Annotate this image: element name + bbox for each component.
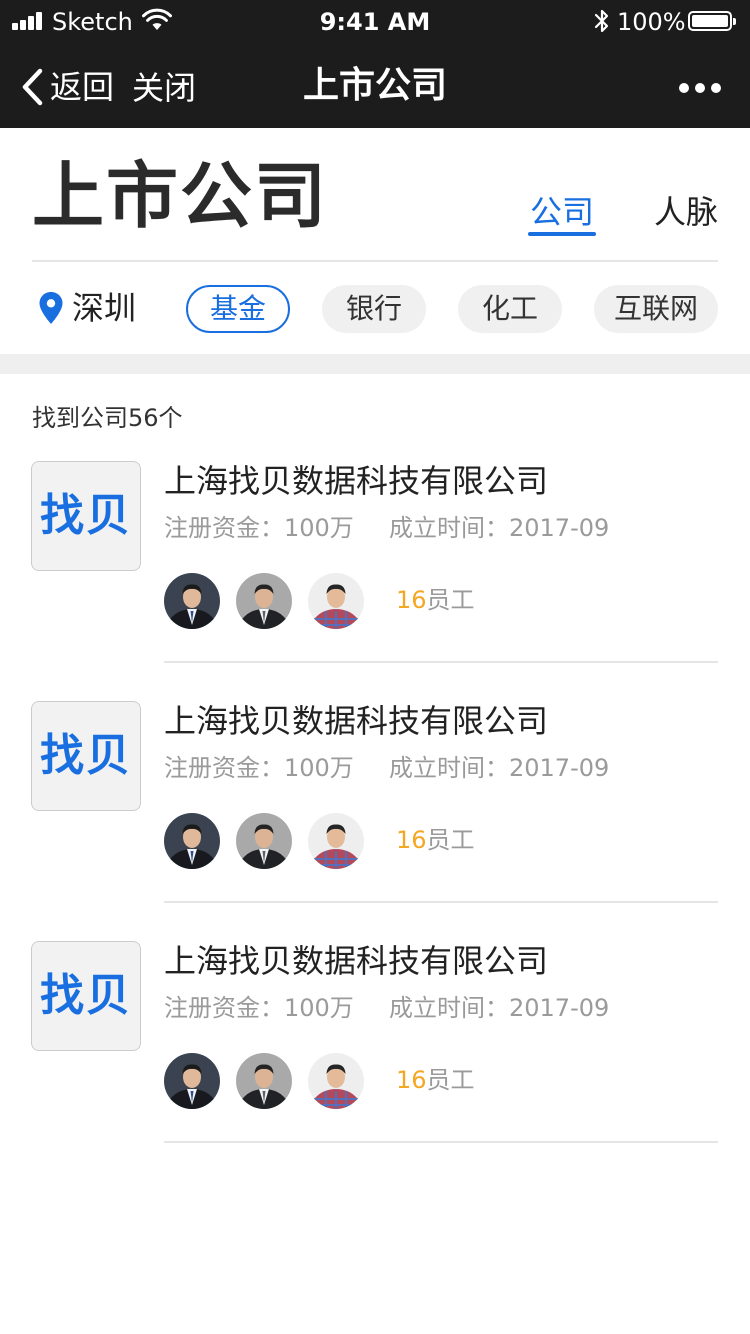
staff-label: 员工 [426,1066,475,1094]
registered-capital: 注册资金：100万 [164,754,354,782]
section-separator [0,354,750,374]
header-divider [32,260,718,262]
result-count: 找到公司56个 [32,404,183,432]
item-divider [164,901,718,903]
staff-label: 员工 [426,826,475,854]
close-button[interactable]: 关闭 [132,68,196,108]
battery-icon [688,11,736,31]
more-button[interactable] [668,46,732,128]
staff-number: 16 [396,826,427,854]
company-item[interactable]: 找贝 上海找贝数据科技有限公司 注册资金：100万 成立时间：2017-09 1… [0,701,750,941]
staff-count: 16员工 [396,585,475,615]
company-logo: 找贝 [31,701,141,811]
status-bar: Sketch 9:41 AM 100% [0,0,750,44]
staff-count: 16员工 [396,825,475,855]
registered-capital: 注册资金：100万 [164,994,354,1022]
tab-company[interactable]: 公司 [530,192,594,232]
founded-date: 成立时间：2017-09 [389,994,610,1022]
registered-capital: 注册资金：100万 [164,514,354,542]
filter-chip-bank[interactable]: 银行 [322,285,426,333]
back-label: 返回 [50,68,115,106]
avatar [236,1053,292,1109]
staff-number: 16 [396,586,427,614]
item-divider [164,1141,718,1143]
battery-percentage: 100% [617,8,686,36]
active-tab-indicator [528,232,596,236]
nav-bar: 返回 关闭 上市公司 [0,44,750,128]
more-dots-icon [676,78,724,97]
founded-date: 成立时间：2017-09 [389,754,610,782]
company-item[interactable]: 找贝 上海找贝数据科技有限公司 注册资金：100万 成立时间：2017-09 1… [0,941,750,1181]
avatar [164,1053,220,1109]
company-logo: 找贝 [31,461,141,571]
staff-label: 员工 [426,586,475,614]
avatar [164,813,220,869]
tab-contacts[interactable]: 人脉 [654,192,718,232]
avatar [236,813,292,869]
staff-number: 16 [396,1066,427,1094]
company-name: 上海找贝数据科技有限公司 [164,702,549,740]
avatar [236,573,292,629]
location-label: 深圳 [72,289,137,327]
avatar [308,1053,364,1109]
company-item[interactable]: 找贝 上海找贝数据科技有限公司 注册资金：100万 成立时间：2017-09 1… [0,461,750,701]
staff-count: 16员工 [396,1065,475,1095]
company-logo: 找贝 [31,941,141,1051]
founded-date: 成立时间：2017-09 [389,514,610,542]
chevron-left-icon [22,68,43,106]
location-selector[interactable]: 深圳 [38,286,136,330]
filter-chip-fund[interactable]: 基金 [186,285,290,333]
bluetooth-icon [594,9,609,33]
company-name: 上海找贝数据科技有限公司 [164,942,549,980]
item-divider [164,661,718,663]
avatar [308,573,364,629]
filter-chip-internet[interactable]: 互联网 [594,285,718,333]
location-pin-icon [39,292,63,324]
company-name: 上海找贝数据科技有限公司 [164,462,549,500]
avatar [308,813,364,869]
back-button[interactable]: 返回 [18,60,120,114]
filter-chip-chemical[interactable]: 化工 [458,285,562,333]
page-title: 上市公司 [32,154,329,238]
avatar [164,573,220,629]
screen: Sketch 9:41 AM 100% 返回 关闭 上市公司 上市公司 公司 人… [0,0,750,1334]
